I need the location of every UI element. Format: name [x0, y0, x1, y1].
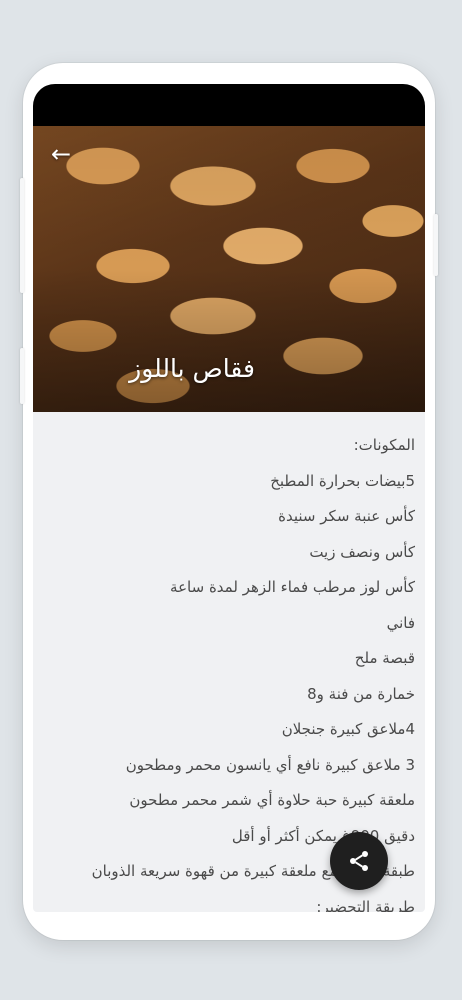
volume-button: [20, 348, 24, 404]
share-button[interactable]: [330, 832, 388, 890]
recipe-line: كأس ونصف زيت: [309, 542, 415, 561]
recipe-line: قبصة ملح: [354, 649, 415, 667]
recipe-line: كأس لوز مرطب فماء الزهر لمدة ساعة: [170, 578, 415, 596]
power-button: [20, 178, 24, 293]
status-bar: [33, 84, 425, 126]
ingredients-heading: المكونات:: [353, 436, 415, 454]
recipe-line: فاني: [386, 613, 415, 632]
recipe-line: خمارة من فنة و8: [307, 684, 415, 703]
preparation-heading: طريقة التحضير:: [316, 897, 415, 913]
share-icon: [350, 851, 368, 871]
recipe-line: 5بيضات بحرارة المطبخ: [270, 471, 415, 490]
recipe-line: ملعقة كبيرة حبة حلاوة أي شمر محمر مطحون: [129, 791, 415, 809]
recipe-title: فقاص باللوز: [129, 354, 255, 383]
side-button-right: [434, 214, 438, 276]
recipe-line: 4ملاعق كبيرة جنجلان: [281, 720, 415, 738]
recipe-hero-image: ← فقاص باللوز: [33, 126, 425, 412]
recipe-line: كأس عنبة سكر سنيدة: [278, 507, 415, 525]
app-screen: ← فقاص باللوز المكونات: 5بيضات بحرارة ال…: [33, 84, 425, 912]
recipe-line: 3 ملاعق كبيرة نافع أي يانسون محمر ومطحون: [125, 755, 415, 774]
back-arrow-icon[interactable]: ←: [47, 140, 75, 168]
